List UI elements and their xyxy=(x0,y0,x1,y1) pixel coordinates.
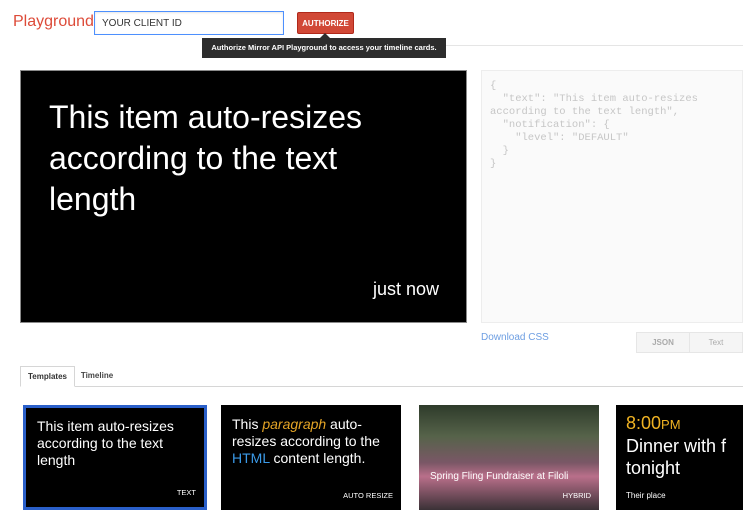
template-hybrid[interactable]: Spring Fling Fundraiser at Filoli HYBRID xyxy=(419,405,599,510)
brand-title: Playground xyxy=(13,13,94,30)
client-id-input[interactable] xyxy=(94,11,284,35)
json-toggle-button[interactable]: JSON xyxy=(636,332,690,353)
tab-templates[interactable]: Templates xyxy=(20,366,75,387)
event-time-suffix: PM xyxy=(661,417,681,432)
text-toggle-button[interactable]: Text xyxy=(690,332,743,353)
event-title: Dinner with f tonight xyxy=(626,435,726,479)
authorize-tooltip: Authorize Mirror API Playground to acces… xyxy=(202,38,446,58)
event-title-line: tonight xyxy=(626,458,681,478)
event-time: 8:00PM xyxy=(626,413,681,435)
tab-bar: Templates Timeline xyxy=(20,366,743,387)
text-segment: content length. xyxy=(269,450,366,466)
emphasized-word: paragraph xyxy=(262,416,327,432)
template-event[interactable]: 8:00PM Dinner with f tonight Their place xyxy=(616,405,743,510)
event-title-line: Dinner with f xyxy=(626,436,727,456)
card-timestamp: just now xyxy=(372,279,439,299)
text-segment: This xyxy=(232,416,263,432)
card-text: This item auto-resizes according to the … xyxy=(49,99,362,217)
template-type-label: AUTO RESIZE xyxy=(343,491,393,500)
template-auto-resize-body: This paragraph auto-resizes according to… xyxy=(232,416,392,467)
event-time-value: 8:00 xyxy=(626,413,662,433)
template-auto-resize[interactable]: This paragraph auto-resizes according to… xyxy=(221,405,401,510)
template-hybrid-caption: Spring Fling Fundraiser at Filoli xyxy=(430,471,569,482)
template-type-label: HYBRID xyxy=(562,491,591,500)
json-code[interactable]: { "text": "This item auto-resizes accord… xyxy=(490,80,698,171)
highlighted-word: HTML xyxy=(232,450,270,466)
json-editor[interactable]: { "text": "This item auto-resizes accord… xyxy=(481,70,743,323)
authorize-button[interactable]: AUTHORIZE xyxy=(297,12,354,34)
template-text[interactable]: This item auto-resizes according to the … xyxy=(23,405,207,510)
header-divider xyxy=(446,45,743,46)
template-type-label: TEXT xyxy=(176,488,196,497)
tab-timeline[interactable]: Timeline xyxy=(77,366,117,387)
template-text-body: This item auto-resizes according to the … xyxy=(37,418,174,468)
timeline-card-preview: This item auto-resizes according to the … xyxy=(20,70,467,323)
view-toggle: JSON Text xyxy=(636,332,743,353)
download-css-link[interactable]: Download CSS xyxy=(481,332,549,343)
event-place: Their place xyxy=(626,491,666,500)
